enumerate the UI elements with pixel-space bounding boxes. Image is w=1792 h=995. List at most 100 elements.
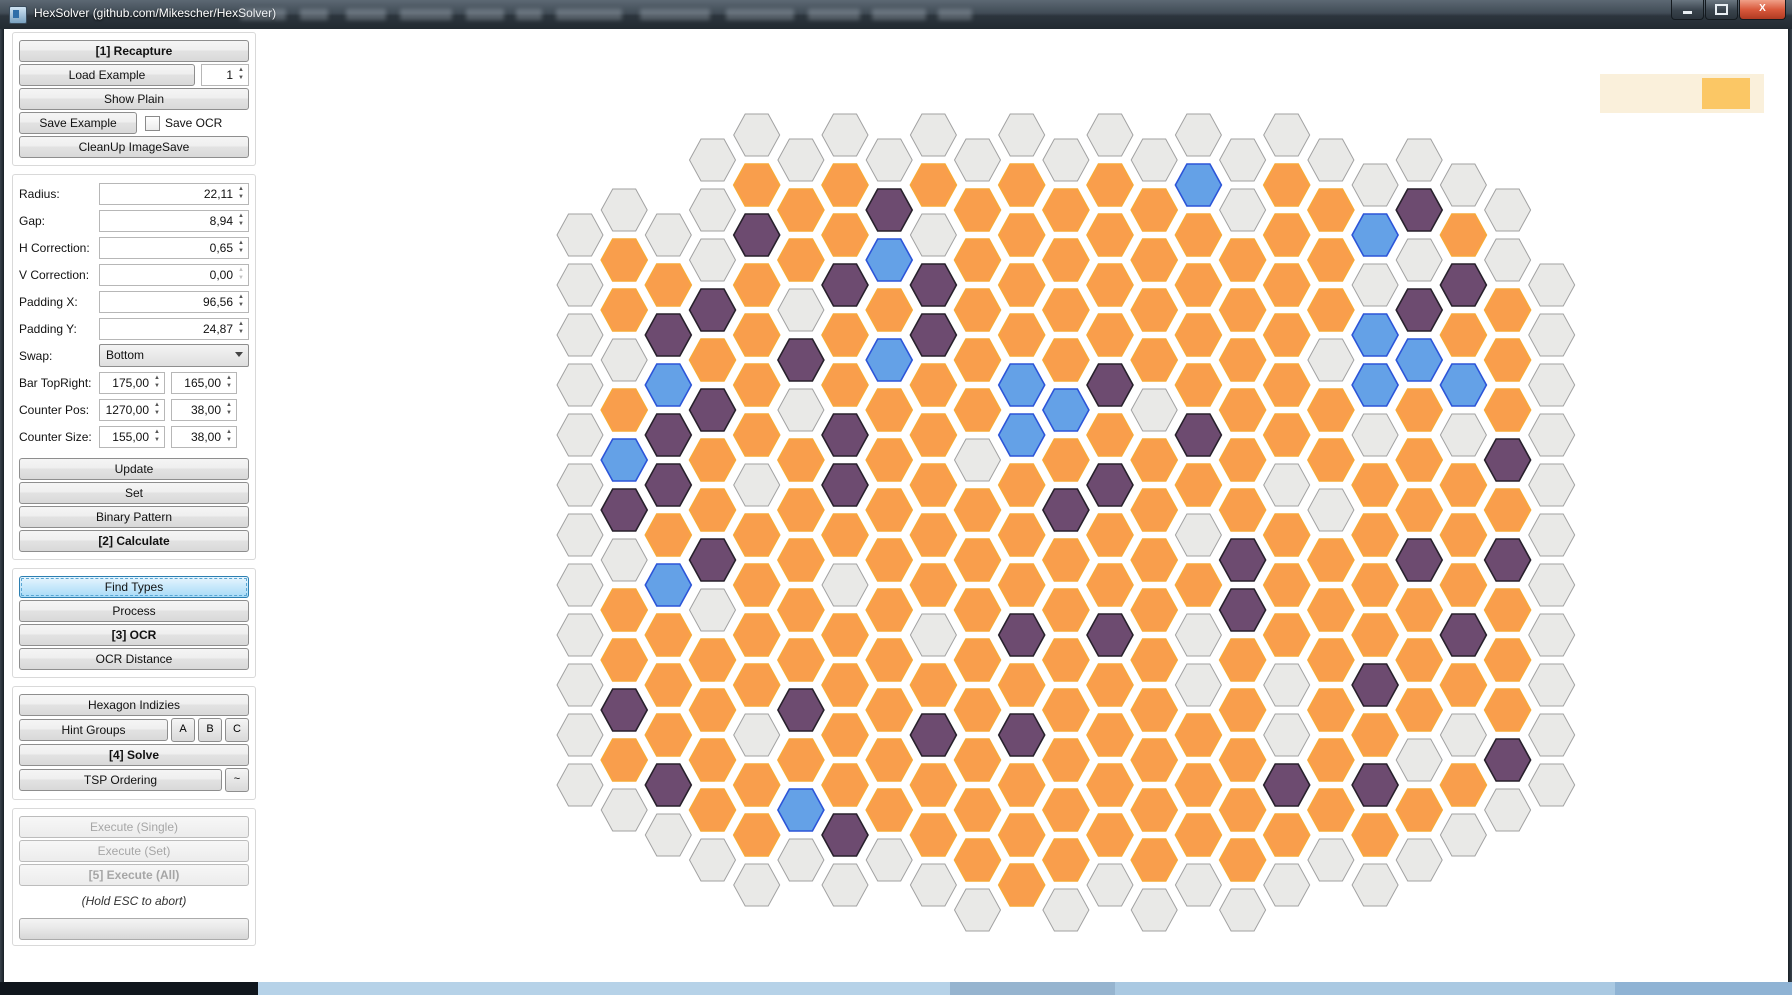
hex-cell-blue[interactable] [778,789,824,831]
hex-cell-orange[interactable] [1220,289,1266,331]
hex-cell-inactive[interactable] [1396,739,1442,781]
hex-cell-orange[interactable] [1043,189,1089,231]
hex-cell-inactive[interactable] [557,514,603,556]
hex-cell-inactive[interactable] [1087,114,1133,156]
minimize-button[interactable] [1671,0,1704,20]
hex-cell-orange[interactable] [1352,614,1398,656]
hex-cell-inactive[interactable] [690,139,736,181]
hex-cell-orange[interactable] [1396,489,1442,531]
hex-cell-orange[interactable] [734,814,780,856]
hex-cell-orange[interactable] [866,739,912,781]
hex-cell-purple[interactable] [822,464,868,506]
example-number-field[interactable]: 1 ▲▼ [201,64,249,86]
hex-cell-purple[interactable] [1440,264,1486,306]
hex-cell-inactive[interactable] [1529,664,1575,706]
cleanup-imagesave-button[interactable]: CleanUp ImageSave [19,136,249,158]
hex-cell-orange[interactable] [645,714,691,756]
hex-cell-orange[interactable] [1043,589,1089,631]
hex-cell-orange[interactable] [778,539,824,581]
hex-cell-orange[interactable] [1396,789,1442,831]
hex-cell-orange[interactable] [1308,639,1354,681]
hex-cell-orange[interactable] [778,239,824,281]
hex-cell-blue[interactable] [999,364,1045,406]
gap-field[interactable]: 8,94 ▲▼ [99,210,249,232]
hex-cell-orange[interactable] [999,514,1045,556]
hex-cell-orange[interactable] [1087,514,1133,556]
hex-cell-orange[interactable] [1220,789,1266,831]
hex-cell-inactive[interactable] [1264,464,1310,506]
set-button[interactable]: Set [19,482,249,504]
hex-cell-inactive[interactable] [1529,464,1575,506]
hex-cell-orange[interactable] [866,439,912,481]
hex-cell-inactive[interactable] [1529,614,1575,656]
hex-cell-orange[interactable] [1308,789,1354,831]
counter-pos-y-field[interactable]: 38,00 ▲▼ [171,399,237,421]
hex-cell-orange[interactable] [866,539,912,581]
hex-cell-inactive[interactable] [557,264,603,306]
hexagon-indizies-button[interactable]: Hexagon Indizies [19,694,249,716]
hex-cell-orange[interactable] [1352,464,1398,506]
hex-cell-blue[interactable] [1440,364,1486,406]
radius-field[interactable]: 22,11 ▲▼ [99,183,249,205]
hex-cell-orange[interactable] [1087,564,1133,606]
hex-cell-orange[interactable] [1175,214,1221,256]
hex-cell-orange[interactable] [1440,664,1486,706]
hex-cell-inactive[interactable] [1352,264,1398,306]
hex-cell-purple[interactable] [1396,289,1442,331]
hex-cell-orange[interactable] [645,514,691,556]
hex-cell-purple[interactable] [690,289,736,331]
hex-cell-orange[interactable] [1440,214,1486,256]
hex-cell-orange[interactable] [1264,164,1310,206]
hex-cell-purple[interactable] [734,214,780,256]
hex-cell-orange[interactable] [1352,564,1398,606]
hex-cell-purple[interactable] [690,389,736,431]
hex-cell-inactive[interactable] [955,139,1001,181]
hex-cell-orange[interactable] [955,189,1001,231]
hex-cell-orange[interactable] [822,214,868,256]
hex-cell-orange[interactable] [1175,264,1221,306]
hex-cell-blue[interactable] [1352,314,1398,356]
hex-cell-inactive[interactable] [1485,239,1531,281]
hex-cell-orange[interactable] [1131,739,1177,781]
hex-cell-inactive[interactable] [1308,339,1354,381]
hex-cell-inactive[interactable] [690,189,736,231]
hex-cell-orange[interactable] [1131,589,1177,631]
hex-cell-orange[interactable] [1043,689,1089,731]
hex-cell-orange[interactable] [1440,514,1486,556]
hex-cell-inactive[interactable] [734,714,780,756]
hex-cell-orange[interactable] [866,689,912,731]
save-example-button[interactable]: Save Example [19,112,137,134]
hex-cell-orange[interactable] [822,714,868,756]
hex-cell-orange[interactable] [1175,714,1221,756]
hex-cell-orange[interactable] [734,764,780,806]
hex-cell-orange[interactable] [1264,514,1310,556]
hex-cell-inactive[interactable] [822,564,868,606]
hex-cell-purple[interactable] [645,764,691,806]
hex-cell-inactive[interactable] [1529,764,1575,806]
hex-cell-inactive[interactable] [1396,839,1442,881]
hex-cell-inactive[interactable] [1175,664,1221,706]
execute-all-button[interactable]: [5] Execute (All) [19,864,249,886]
hex-cell-orange[interactable] [1220,439,1266,481]
maximize-button[interactable] [1705,0,1738,20]
hex-cell-orange[interactable] [1220,339,1266,381]
hex-cell-orange[interactable] [822,164,868,206]
v-correction-spinner[interactable]: ▲▼ [236,266,246,284]
hex-cell-inactive[interactable] [1529,514,1575,556]
hex-cell-inactive[interactable] [601,339,647,381]
hex-cell-inactive[interactable] [1440,714,1486,756]
hex-cell-orange[interactable] [1043,239,1089,281]
hex-cell-inactive[interactable] [866,839,912,881]
hex-cell-orange[interactable] [1308,239,1354,281]
hex-cell-inactive[interactable] [1087,864,1133,906]
hex-cell-orange[interactable] [910,364,956,406]
hex-cell-orange[interactable] [866,789,912,831]
hex-cell-purple[interactable] [778,689,824,731]
hex-cell-blue[interactable] [1352,364,1398,406]
hex-cell-purple[interactable] [910,714,956,756]
hex-cell-orange[interactable] [601,739,647,781]
hex-cell-orange[interactable] [999,264,1045,306]
hex-cell-orange[interactable] [999,564,1045,606]
hex-cell-inactive[interactable] [1440,414,1486,456]
hex-cell-purple[interactable] [1396,189,1442,231]
